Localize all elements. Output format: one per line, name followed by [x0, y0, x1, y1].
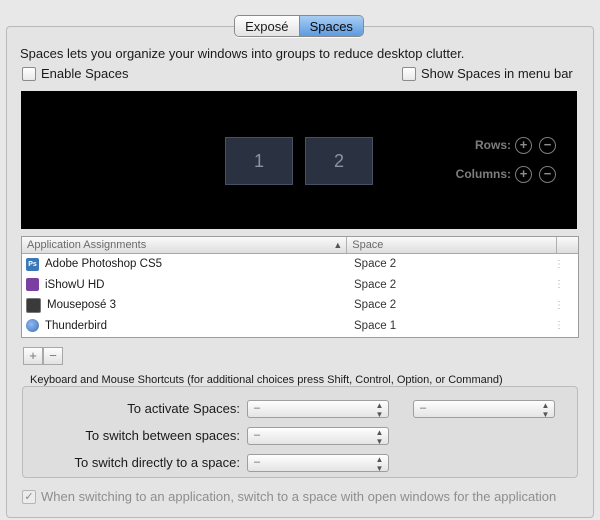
switch-direct-label: To switch directly to a space: [74, 455, 240, 470]
rows-remove-button[interactable]: − [539, 137, 556, 154]
show-menu-bar-checkbox[interactable] [402, 66, 416, 81]
column-header-application[interactable]: Application Assignments ▲ [22, 237, 348, 253]
thunderbird-icon [26, 319, 39, 333]
space-stepper-icon[interactable]: ⋮ [554, 259, 574, 270]
app-name: Adobe Photoshop CS5 [45, 258, 163, 271]
space-stepper-icon[interactable]: ⋮ [554, 300, 574, 311]
enable-spaces-row[interactable]: Enable Spaces [22, 66, 128, 81]
table-row[interactable]: Ps Adobe Photoshop CS5 Space 2 ⋮ [22, 254, 578, 275]
sort-ascending-icon: ▲ [333, 240, 343, 250]
popup-arrows-icon: ▲▼ [375, 428, 384, 446]
popup-arrows-icon: ▲▼ [375, 455, 384, 473]
spaces-preview: 1 2 Rows: + − Columns: + − [21, 91, 577, 229]
activate-spaces-modifier-popup[interactable]: – ▲▼ [413, 400, 555, 419]
space-tile-2[interactable]: 2 [305, 137, 373, 185]
popup-arrows-icon: ▲▼ [541, 401, 550, 419]
tab-spaces[interactable]: Spaces [298, 16, 363, 36]
switch-app-row[interactable]: ✓ When switching to an application, swit… [22, 489, 556, 504]
app-name: iShowU HD [45, 278, 105, 291]
space-stepper-icon[interactable]: ⋮ [554, 320, 574, 331]
app-name: Mouseposé 3 [47, 299, 117, 312]
ishowu-icon [26, 278, 39, 292]
show-menu-bar-row[interactable]: Show Spaces in menu bar [402, 66, 573, 81]
tab-segmented-control: Exposé Spaces [234, 15, 364, 37]
activate-spaces-popup[interactable]: – ▲▼ [247, 400, 389, 419]
application-assignments-table[interactable]: Application Assignments ▲ Space Ps Adobe… [21, 236, 579, 338]
activate-spaces-label: To activate Spaces: [127, 401, 240, 416]
switch-app-checkbox[interactable]: ✓ [22, 489, 36, 504]
columns-add-button[interactable]: + [515, 166, 532, 183]
columns-label: Columns: [455, 167, 511, 181]
mousepose-icon [26, 297, 41, 313]
space-value: Space 1 [354, 319, 397, 332]
app-name: Thunderbird [45, 319, 108, 332]
switch-app-label: When switching to an application, switch… [41, 489, 557, 504]
column-header-space[interactable]: Space [347, 237, 558, 253]
photoshop-icon: Ps [26, 257, 39, 271]
tab-expose[interactable]: Exposé [235, 16, 299, 36]
shortcuts-title: Keyboard and Mouse Shortcuts (for additi… [30, 374, 503, 386]
show-menu-bar-label: Show Spaces in menu bar [421, 66, 573, 81]
shortcuts-box: To activate Spaces: – ▲▼ – ▲▼ To switch … [22, 386, 578, 478]
table-row[interactable]: Thunderbird Space 1 ⋮ [22, 316, 578, 337]
columns-remove-button[interactable]: − [539, 166, 556, 183]
table-header: Application Assignments ▲ Space [22, 237, 578, 254]
spaces-description: Spaces lets you organize your windows in… [20, 46, 465, 61]
space-value: Space 2 [354, 278, 397, 291]
rows-label: Rows: [475, 138, 511, 152]
column-header-spacer [557, 237, 578, 253]
space-value: Space 2 [354, 299, 397, 312]
space-tile-1[interactable]: 1 [225, 137, 293, 185]
space-value: Space 2 [354, 258, 397, 271]
enable-spaces-checkbox[interactable] [22, 66, 36, 81]
rows-add-button[interactable]: + [515, 137, 532, 154]
table-row[interactable]: iShowU HD Space 2 ⋮ [22, 275, 578, 296]
enable-spaces-label: Enable Spaces [41, 66, 129, 81]
space-stepper-icon[interactable]: ⋮ [554, 279, 574, 290]
table-row[interactable]: Mouseposé 3 Space 2 ⋮ [22, 295, 578, 316]
switch-between-label: To switch between spaces: [85, 428, 240, 443]
switch-direct-popup[interactable]: – ▲▼ [247, 454, 389, 473]
popup-arrows-icon: ▲▼ [375, 401, 384, 419]
remove-assignment-button[interactable]: − [43, 347, 63, 365]
switch-between-popup[interactable]: – ▲▼ [247, 427, 389, 446]
add-assignment-button[interactable]: + [23, 347, 43, 365]
